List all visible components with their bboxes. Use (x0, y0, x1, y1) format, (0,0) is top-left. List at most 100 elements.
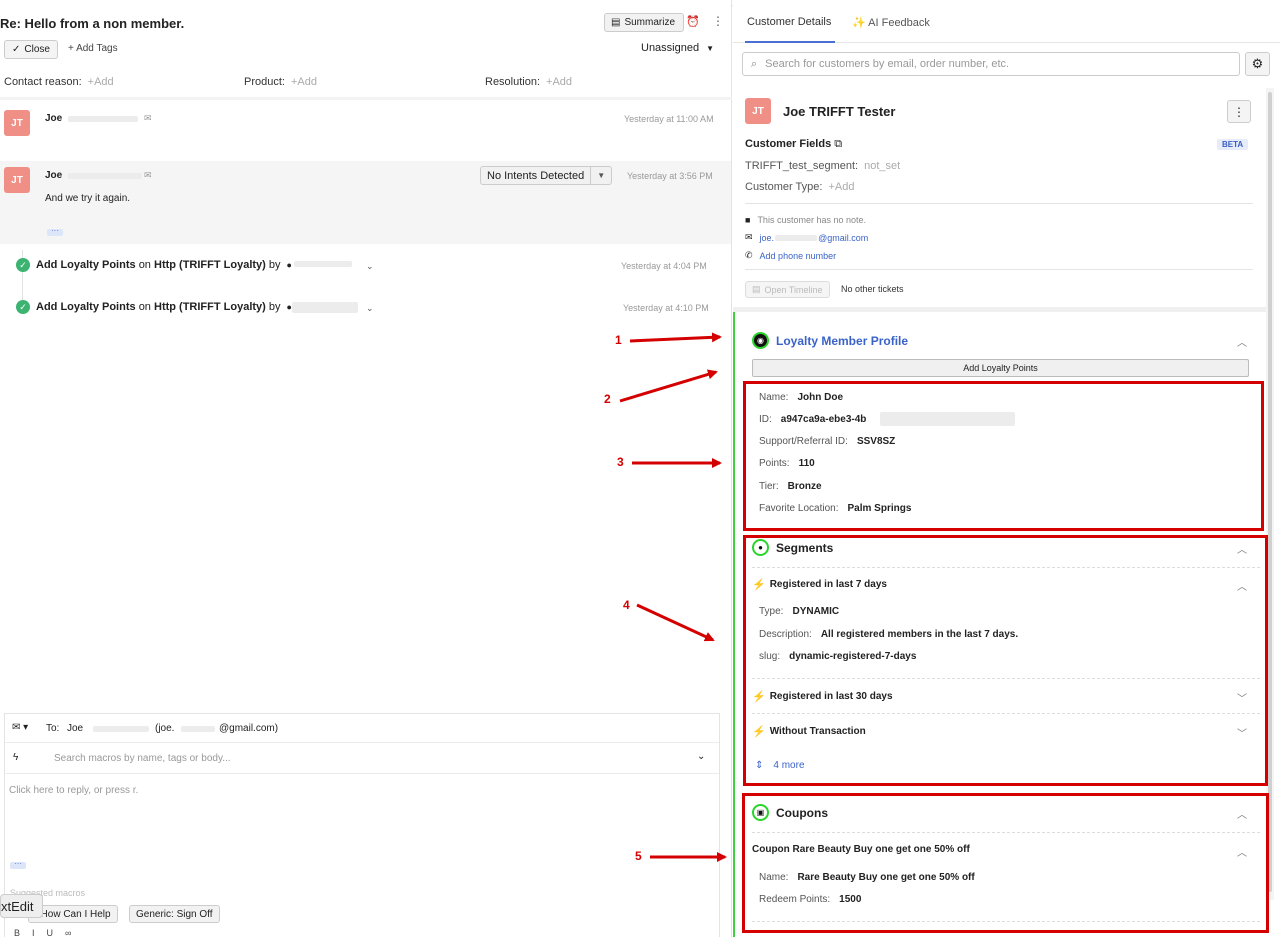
field-label: Type: (759, 606, 784, 617)
event-action: Add Loyalty Points (36, 301, 136, 313)
link-icon[interactable]: ∞ (65, 928, 71, 937)
assignee-dropdown[interactable]: Unassigned ▼ (641, 42, 714, 54)
field-label: Tier: (759, 481, 779, 492)
chevron-down-icon[interactable]: ﹀ (1237, 690, 1247, 705)
annotation-label-5: 5 (635, 849, 642, 863)
snooze-icon[interactable]: ⏰ (686, 15, 700, 28)
expand-icon: ⇕ (755, 760, 764, 771)
coupon-item[interactable]: Coupon Rare Beauty Buy one get one 50% o… (752, 844, 970, 855)
chevron-down-icon[interactable]: ⌄ (697, 751, 705, 762)
field-label: Points: (759, 458, 790, 469)
loyalty-title[interactable]: Loyalty Member Profile (776, 334, 908, 348)
chevron-up-icon[interactable]: ︿ (1237, 578, 1247, 593)
reply-body-input[interactable]: Click here to reply, or press r. (9, 785, 138, 796)
chevron-down-icon[interactable]: ⌄ (366, 261, 374, 272)
ticket-subject: Re: Hello from a non member. (0, 16, 185, 31)
redeem-points-field: Redeem Points: 1500 (759, 894, 861, 905)
divider (752, 567, 1260, 568)
annotation-label-2: 2 (604, 392, 611, 406)
contact-reason-field[interactable]: Contact reason: +Add (4, 76, 114, 88)
field-value: DYNAMIC (792, 606, 840, 617)
divider (752, 921, 1260, 922)
field-value: John Doe (797, 392, 844, 403)
macro-button[interactable]: Generic: Sign Off (129, 905, 220, 923)
field-value: SSV8SZ (856, 436, 896, 447)
summarize-button[interactable]: ▤ Summarize (604, 13, 685, 32)
other-tickets-text: No other tickets (841, 284, 904, 294)
field-value[interactable]: not_set (864, 160, 900, 172)
segment-item[interactable]: ⚡ Without Transaction (752, 725, 866, 738)
field-label: Product: (244, 76, 285, 88)
customer-search-input[interactable]: ⌕ Search for customers by email, order n… (742, 52, 1240, 76)
caret-down-icon: ▼ (706, 44, 715, 53)
show-more-segments-link[interactable]: ⇕ 4 more (755, 760, 805, 771)
field-label: TRIFFT_test_segment: (745, 160, 859, 172)
search-icon: ⌕ (751, 57, 758, 70)
field-value: dynamic-registered-7-days (789, 651, 917, 662)
chevron-down-icon[interactable]: ⌄ (366, 303, 374, 314)
field-label: Redeem Points: (759, 894, 831, 905)
panel-tabs: Customer Details ✨ AI Feedback (733, 0, 1280, 43)
chevron-up-icon[interactable]: ︿ (1237, 844, 1247, 859)
recipient-row: ✉ ▾ To: Joe (joe. @gmail.com) (5, 714, 719, 743)
timeline-label: Open Timeline (764, 284, 823, 295)
add-phone-link[interactable]: ✆ Add phone number (745, 250, 836, 261)
chevron-up-icon[interactable]: ︿ (1237, 334, 1247, 349)
close-label: Close (24, 44, 50, 55)
resolution-field[interactable]: Resolution: +Add (485, 76, 572, 88)
expand-quote-icon[interactable]: ··· (47, 227, 63, 236)
tab-ai-feedback[interactable]: ✨ AI Feedback (852, 16, 930, 29)
redacted-user (292, 302, 358, 313)
chevron-up-icon[interactable]: ︿ (1237, 541, 1247, 556)
open-timeline-button[interactable]: ▤ Open Timeline (745, 281, 830, 298)
plus-icon: + (68, 43, 74, 54)
mail-icon: ✉ (745, 232, 753, 242)
external-link-icon[interactable]: ⧉ (834, 138, 842, 150)
field-add[interactable]: +Add (546, 76, 572, 88)
tab-customer-details[interactable]: Customer Details (747, 16, 831, 28)
customer-more-icon[interactable]: ⋮ (1227, 100, 1251, 123)
chevron-up-icon[interactable]: ︿ (1237, 806, 1247, 821)
more-options-icon[interactable]: ··· (10, 860, 26, 869)
chevron-down-icon[interactable]: ﹀ (1237, 725, 1247, 740)
field-label: Name: (759, 872, 789, 883)
segments-user-icon: ● (752, 539, 769, 556)
field-value[interactable]: +Add (828, 181, 854, 193)
macro-search-input[interactable]: Search macros by name, tags or body... (54, 753, 231, 764)
event-action: Add Loyalty Points (36, 259, 136, 271)
member-id-field: ID: a947ca9a-ebe3-4b (759, 414, 866, 425)
timeline-icon: ▤ (752, 284, 761, 294)
underline-icon[interactable]: U (47, 928, 54, 937)
macro-search-row[interactable]: ϟ Search macros by name, tags or body...… (5, 743, 719, 774)
field-add[interactable]: +Add (291, 76, 317, 88)
mail-icon: ✉ (144, 170, 152, 180)
close-ticket-button[interactable]: ✓ Close (4, 40, 58, 59)
add-tags-button[interactable]: + Add Tags (68, 43, 118, 54)
field-label: Favorite Location: (759, 503, 839, 514)
segment-item[interactable]: ⚡ Registered in last 7 days (752, 578, 887, 591)
segment-item[interactable]: ⚡ Registered in last 30 days (752, 690, 893, 703)
add-loyalty-points-button[interactable]: Add Loyalty Points (752, 359, 1249, 377)
bolt-icon: ⚡ (752, 579, 766, 591)
event-target: Http (TRIFFT Loyalty) (154, 301, 266, 313)
recipient-name[interactable]: Joe (67, 723, 83, 734)
field-label: Resolution: (485, 76, 541, 88)
phone-text: Add phone number (759, 250, 837, 261)
event-by: by (268, 259, 281, 271)
section-divider (733, 307, 1266, 312)
success-check-icon: ✓ (16, 258, 30, 272)
customer-note[interactable]: ■ This customer has no note. (745, 215, 866, 225)
field-add[interactable]: +Add (88, 76, 114, 88)
ticket-more-icon[interactable]: ⋮ (712, 14, 724, 28)
field-value: Rare Beauty Buy one get one 50% off (797, 872, 975, 883)
product-field[interactable]: Product: +Add (244, 76, 317, 88)
customer-type-field: Customer Type: +Add (745, 181, 854, 193)
segment-description-field: Description: All registered members in th… (759, 629, 1018, 640)
customer-email[interactable]: ✉ joe. @gmail.com (745, 232, 868, 243)
italic-icon[interactable]: I (32, 928, 35, 937)
settings-gear-icon[interactable]: ⚙ (1245, 52, 1270, 76)
bold-icon[interactable]: B (14, 928, 20, 937)
intent-dropdown[interactable]: No Intents Detected ▼ (480, 166, 613, 185)
scrollbar-thumb[interactable] (1268, 92, 1272, 892)
mail-channel-icon[interactable]: ✉ ▾ (12, 722, 28, 733)
